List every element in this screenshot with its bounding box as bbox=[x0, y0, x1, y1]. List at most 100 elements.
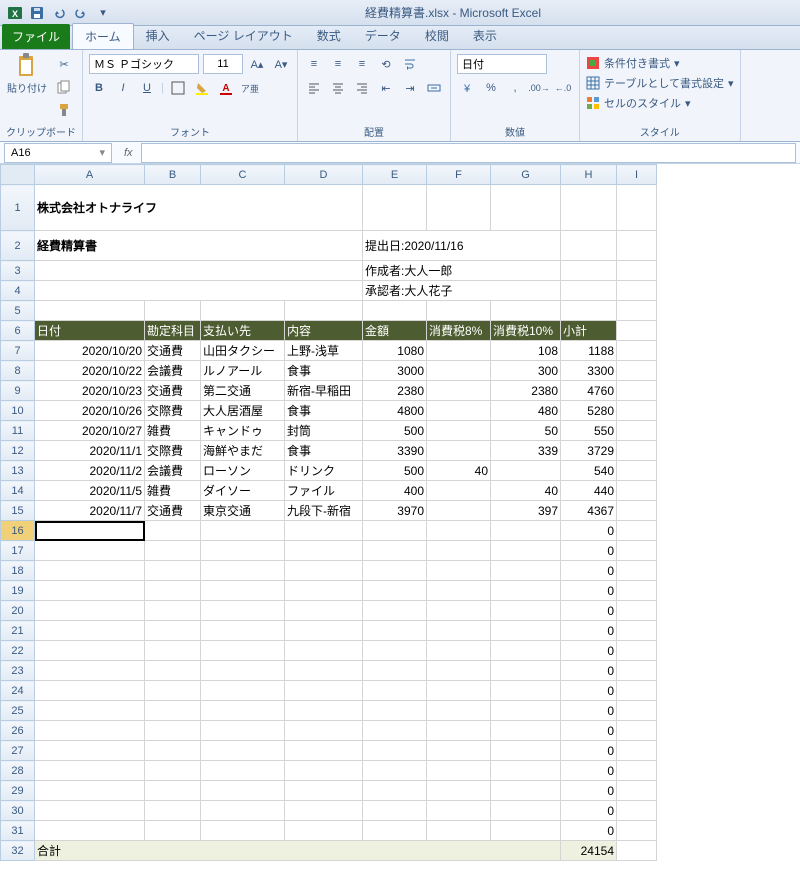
cell-sub-25[interactable]: 0 bbox=[561, 701, 617, 721]
increase-font-icon[interactable]: A▴ bbox=[247, 54, 267, 74]
row-header-14[interactable]: 14 bbox=[1, 481, 35, 501]
cell-C28[interactable] bbox=[201, 761, 285, 781]
table-header-4[interactable]: 金額 bbox=[363, 321, 427, 341]
cell-B26[interactable] bbox=[145, 721, 201, 741]
cell-desc-14[interactable]: ファイル bbox=[285, 481, 363, 501]
row-header-6[interactable]: 6 bbox=[1, 321, 35, 341]
cell-sub-27[interactable]: 0 bbox=[561, 741, 617, 761]
row-header-19[interactable]: 19 bbox=[1, 581, 35, 601]
row-header-4[interactable]: 4 bbox=[1, 281, 35, 301]
cell-A22[interactable] bbox=[35, 641, 145, 661]
cell-date-13[interactable]: 2020/11/2 bbox=[35, 461, 145, 481]
cell-F22[interactable] bbox=[427, 641, 491, 661]
cell-E18[interactable] bbox=[363, 561, 427, 581]
cell-G20[interactable] bbox=[491, 601, 561, 621]
cell-D24[interactable] bbox=[285, 681, 363, 701]
row-header-25[interactable]: 25 bbox=[1, 701, 35, 721]
cell-acct-8[interactable]: 会議費 bbox=[145, 361, 201, 381]
cell-E19[interactable] bbox=[363, 581, 427, 601]
row-header-18[interactable]: 18 bbox=[1, 561, 35, 581]
cell-date-14[interactable]: 2020/11/5 bbox=[35, 481, 145, 501]
cell-C30[interactable] bbox=[201, 801, 285, 821]
cell-sub-18[interactable]: 0 bbox=[561, 561, 617, 581]
creator[interactable]: 作成者:大人一郎 bbox=[363, 261, 561, 281]
cell-E1[interactable] bbox=[363, 185, 427, 231]
total-label[interactable]: 合計 bbox=[35, 841, 561, 861]
col-header-H[interactable]: H bbox=[561, 165, 617, 185]
col-header-C[interactable]: C bbox=[201, 165, 285, 185]
align-middle-icon[interactable]: ≡ bbox=[328, 54, 348, 74]
cell-I2[interactable] bbox=[617, 231, 657, 261]
cell-F16[interactable] bbox=[427, 521, 491, 541]
row-header-32[interactable]: 32 bbox=[1, 841, 35, 861]
cell-B24[interactable] bbox=[145, 681, 201, 701]
cell-F18[interactable] bbox=[427, 561, 491, 581]
cell-t10-14[interactable]: 40 bbox=[491, 481, 561, 501]
table-header-3[interactable]: 内容 bbox=[285, 321, 363, 341]
cell-payee-12[interactable]: 海鮮やまだ bbox=[201, 441, 285, 461]
cell-G17[interactable] bbox=[491, 541, 561, 561]
cell-H3[interactable] bbox=[561, 261, 617, 281]
cut-icon[interactable]: ✂ bbox=[54, 54, 74, 74]
cell-B30[interactable] bbox=[145, 801, 201, 821]
file-tab[interactable]: ファイル bbox=[2, 24, 70, 49]
cell-sub-13[interactable]: 540 bbox=[561, 461, 617, 481]
cell-t10-13[interactable] bbox=[491, 461, 561, 481]
cell-sub-14[interactable]: 440 bbox=[561, 481, 617, 501]
qat-dropdown-icon[interactable]: ▾ bbox=[94, 4, 112, 22]
cell-B22[interactable] bbox=[145, 641, 201, 661]
cell-payee-14[interactable]: ダイソー bbox=[201, 481, 285, 501]
cell-G31[interactable] bbox=[491, 821, 561, 841]
cell-B16[interactable] bbox=[145, 521, 201, 541]
cell-E28[interactable] bbox=[363, 761, 427, 781]
cell-t8-14[interactable] bbox=[427, 481, 491, 501]
cell-E26[interactable] bbox=[363, 721, 427, 741]
cell-amt-7[interactable]: 1080 bbox=[363, 341, 427, 361]
cell-sub-12[interactable]: 3729 bbox=[561, 441, 617, 461]
cell-C25[interactable] bbox=[201, 701, 285, 721]
cell-D29[interactable] bbox=[285, 781, 363, 801]
cell-C29[interactable] bbox=[201, 781, 285, 801]
row-header-17[interactable]: 17 bbox=[1, 541, 35, 561]
cell-G23[interactable] bbox=[491, 661, 561, 681]
col-header-E[interactable]: E bbox=[363, 165, 427, 185]
formula-input[interactable] bbox=[141, 143, 796, 163]
cell-C22[interactable] bbox=[201, 641, 285, 661]
cell-desc-15[interactable]: 九段下-新宿 bbox=[285, 501, 363, 521]
cell-D20[interactable] bbox=[285, 601, 363, 621]
cell-E16[interactable] bbox=[363, 521, 427, 541]
cell-F26[interactable] bbox=[427, 721, 491, 741]
cell-E20[interactable] bbox=[363, 601, 427, 621]
cell-date-9[interactable]: 2020/10/23 bbox=[35, 381, 145, 401]
decrease-indent-icon[interactable]: ⇤ bbox=[376, 78, 396, 98]
cell-G18[interactable] bbox=[491, 561, 561, 581]
cell-acct-12[interactable]: 交際費 bbox=[145, 441, 201, 461]
cell-E21[interactable] bbox=[363, 621, 427, 641]
cell-t10-11[interactable]: 50 bbox=[491, 421, 561, 441]
table-header-0[interactable]: 日付 bbox=[35, 321, 145, 341]
cell-desc-7[interactable]: 上野-浅草 bbox=[285, 341, 363, 361]
cell-I1[interactable] bbox=[617, 185, 657, 231]
cell-A29[interactable] bbox=[35, 781, 145, 801]
cell-date-15[interactable]: 2020/11/7 bbox=[35, 501, 145, 521]
fill-color-icon[interactable] bbox=[192, 78, 212, 98]
cell-E29[interactable] bbox=[363, 781, 427, 801]
row-header-28[interactable]: 28 bbox=[1, 761, 35, 781]
cell-sub-7[interactable]: 1188 bbox=[561, 341, 617, 361]
name-box[interactable]: A16▾ bbox=[4, 143, 112, 163]
format-as-table-button[interactable]: テーブルとして書式設定 ▾ bbox=[586, 74, 734, 92]
merge-icon[interactable] bbox=[424, 78, 444, 98]
doc-title[interactable]: 経費精算書 bbox=[35, 231, 363, 261]
cell-C26[interactable] bbox=[201, 721, 285, 741]
cell-date-10[interactable]: 2020/10/26 bbox=[35, 401, 145, 421]
cell-A16[interactable] bbox=[35, 521, 145, 541]
cell-amt-13[interactable]: 500 bbox=[363, 461, 427, 481]
cell-G28[interactable] bbox=[491, 761, 561, 781]
cell-D26[interactable] bbox=[285, 721, 363, 741]
cell-E22[interactable] bbox=[363, 641, 427, 661]
cell-A20[interactable] bbox=[35, 601, 145, 621]
conditional-format-button[interactable]: 条件付き書式 ▾ bbox=[586, 54, 680, 72]
cell-acct-13[interactable]: 会議費 bbox=[145, 461, 201, 481]
col-header-F[interactable]: F bbox=[427, 165, 491, 185]
cell-B21[interactable] bbox=[145, 621, 201, 641]
